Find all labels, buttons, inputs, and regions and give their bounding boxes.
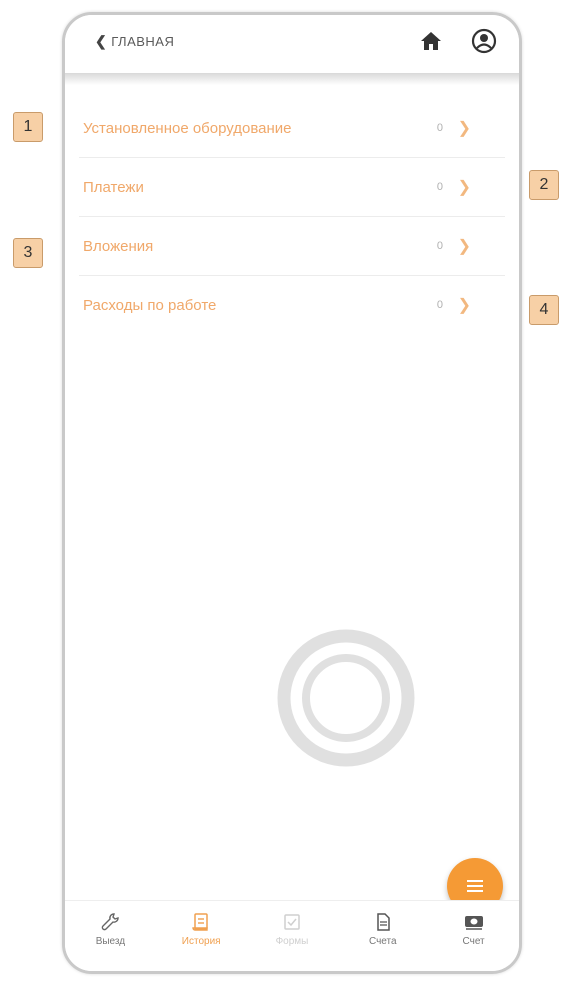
- callout-marker: 4: [529, 295, 559, 325]
- chevron-right-icon: ❯: [457, 238, 471, 255]
- nav-label: Формы: [275, 936, 309, 947]
- chevron-left-icon: ❮: [95, 33, 108, 49]
- chevron-right-icon: ❯: [457, 179, 471, 196]
- list-item-count: 0: [436, 299, 443, 311]
- nav-label: Счет: [462, 936, 485, 947]
- list-item[interactable]: Платежи 0 ❯: [79, 158, 505, 217]
- header-shadow: [65, 73, 519, 85]
- nav-item-bill[interactable]: Счет: [434, 901, 514, 947]
- list-item[interactable]: Расходы по работе 0 ❯: [79, 276, 505, 334]
- nav-label: История: [181, 936, 221, 947]
- user-circle-icon[interactable]: [471, 28, 497, 54]
- money-icon: [464, 916, 483, 930]
- list-item[interactable]: Установленное оборудование 0 ❯: [79, 99, 505, 158]
- list-item[interactable]: Вложения 0 ❯: [79, 217, 505, 276]
- scroll-icon: [192, 913, 208, 931]
- nav-item-history[interactable]: История: [161, 901, 241, 947]
- list-item-count: 0: [436, 122, 443, 134]
- nav-item-vyezd[interactable]: Выезд: [70, 901, 150, 947]
- back-label: ГЛАВНАЯ: [111, 34, 175, 49]
- chevron-right-icon: ❯: [457, 120, 471, 137]
- list-item-count: 0: [436, 181, 443, 193]
- callout-marker: 3: [13, 238, 43, 268]
- document-icon: [377, 913, 390, 931]
- callout-marker: 1: [13, 112, 43, 142]
- menu-lines-icon: [467, 877, 483, 895]
- chevron-right-icon: ❯: [457, 297, 471, 314]
- list-item-label: Платежи: [83, 178, 144, 196]
- nav-item-forms[interactable]: Формы: [252, 901, 332, 947]
- bottom-nav: Выезд История Формы Счета Счет: [65, 900, 519, 971]
- app-header: ❮ ГЛАВНАЯ: [65, 15, 519, 75]
- history-list: Установленное оборудование 0 ❯ Платежи 0…: [79, 99, 505, 334]
- wrench-icon: [102, 913, 120, 931]
- list-item-label: Установленное оборудование: [83, 119, 292, 137]
- phone-frame: ❮ ГЛАВНАЯ Установленное оборудование 0 ❯…: [62, 12, 522, 974]
- callout-marker: 2: [529, 170, 559, 200]
- list-item-label: Расходы по работе: [83, 296, 217, 314]
- nav-item-invoices[interactable]: Счета: [343, 901, 423, 947]
- list-item-count: 0: [436, 240, 443, 252]
- nav-label: Выезд: [95, 936, 126, 947]
- checkbox-icon: [284, 914, 300, 930]
- home-icon[interactable]: [419, 29, 443, 53]
- list-item-label: Вложения: [83, 237, 154, 255]
- back-button[interactable]: ❮ ГЛАВНАЯ: [95, 33, 174, 50]
- nav-label: Счета: [368, 936, 397, 947]
